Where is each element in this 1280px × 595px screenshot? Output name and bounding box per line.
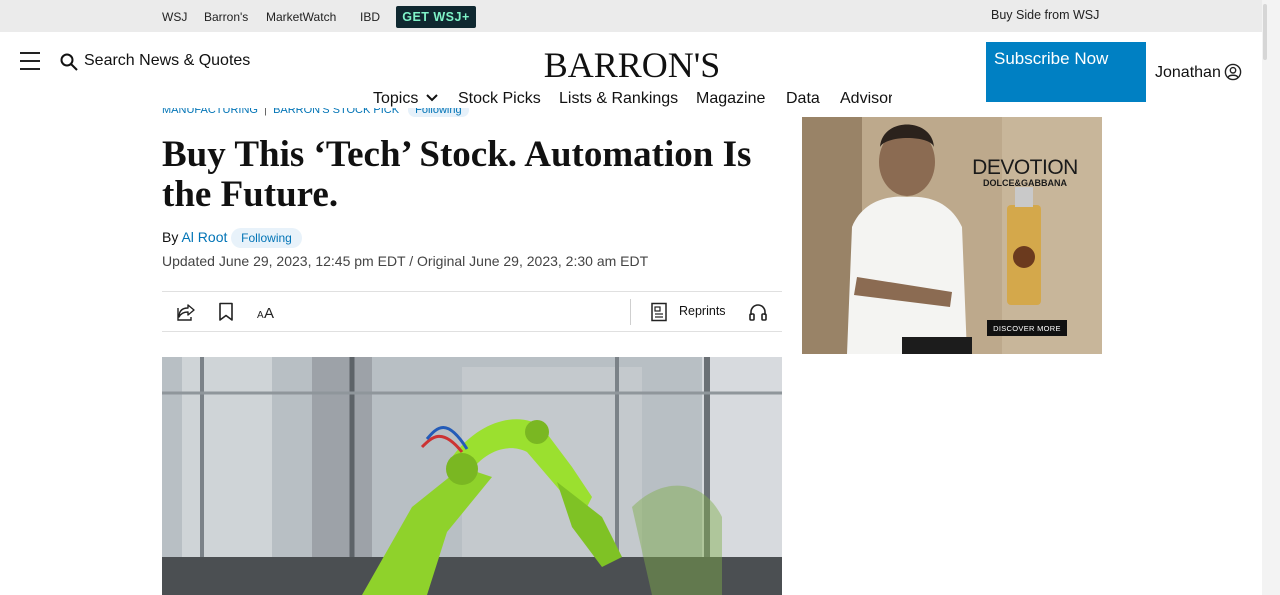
robot-arm-illustration: [162, 357, 782, 595]
article-dates: Updated June 29, 2023, 12:45 pm EDT / Or…: [162, 253, 649, 269]
hamburger-menu-icon[interactable]: [20, 52, 40, 70]
page-scrollbar[interactable]: [1262, 0, 1280, 595]
byline-by: By: [162, 229, 179, 245]
headphones-listen-icon[interactable]: [748, 302, 768, 322]
ad-discover-more-button[interactable]: DISCOVER MORE: [987, 320, 1067, 336]
get-wsj-plus-button[interactable]: GET WSJ+: [396, 6, 476, 28]
breadcrumb-following-pill[interactable]: Following: [408, 108, 469, 117]
wsj-link[interactable]: WSJ: [162, 10, 187, 24]
breadcrumb-stock-pick[interactable]: BARRON'S STOCK PICK: [273, 108, 399, 116]
nav-data[interactable]: Data: [786, 90, 820, 108]
nav-advisor[interactable]: Advisor: [840, 92, 892, 108]
ad-brand[interactable]: DEVOTION DOLCE&GABBANA: [970, 156, 1080, 188]
svg-text:A: A: [257, 310, 264, 321]
user-profile-icon[interactable]: [1224, 63, 1242, 81]
share-icon[interactable]: [176, 302, 196, 322]
author-link[interactable]: Al Root: [181, 229, 227, 245]
ad-model-image: [802, 117, 1102, 354]
ad-brand-title: DEVOTION: [972, 156, 1078, 179]
text-size-icon[interactable]: A A: [256, 303, 278, 321]
byline: By Al Root: [162, 229, 227, 245]
reprints-icon[interactable]: [650, 302, 668, 322]
user-name[interactable]: Jonathan: [1155, 64, 1221, 82]
nav-magazine[interactable]: Magazine: [696, 90, 765, 108]
advertisement[interactable]: [802, 117, 1102, 354]
nav-advisor-label: Advisor: [840, 92, 892, 107]
reprints-button[interactable]: Reprints: [679, 304, 726, 318]
search-icon[interactable]: [60, 53, 78, 71]
article-hero-image: [162, 357, 782, 595]
nav-stock-picks[interactable]: Stock Picks: [458, 90, 541, 108]
bookmark-icon[interactable]: [218, 302, 234, 322]
article-headline: Buy This ‘Tech’ Stock. Automation Is the…: [162, 134, 752, 215]
search-news-quotes[interactable]: Search News & Quotes: [84, 52, 250, 70]
author-following-button[interactable]: Following: [231, 228, 302, 248]
marketwatch-link[interactable]: MarketWatch: [266, 10, 336, 24]
toolbar-divider: [630, 299, 631, 325]
ad-brand-subtitle: DOLCE&GABBANA: [983, 178, 1067, 188]
ibd-link[interactable]: IBD: [360, 10, 380, 24]
nav-topics[interactable]: Topics: [373, 90, 418, 108]
breadcrumb-manufacturing[interactable]: MANUFACTURING: [162, 108, 258, 116]
chevron-down-icon[interactable]: [426, 94, 438, 102]
buy-side-link[interactable]: Buy Side from WSJ: [991, 8, 1099, 22]
nav-lists-rankings[interactable]: Lists & Rankings: [559, 90, 678, 108]
barrons-logo[interactable]: BARRON'S: [540, 44, 724, 86]
subscribe-now-button[interactable]: Subscribe Now: [986, 42, 1146, 102]
article-toolbar: A A Reprints: [162, 291, 782, 332]
breadcrumb: MANUFACTURING | BARRON'S STOCK PICK Foll…: [162, 108, 502, 126]
svg-text:A: A: [264, 305, 274, 321]
breadcrumb-separator: |: [261, 108, 270, 116]
barrons-link[interactable]: Barron's: [204, 10, 248, 24]
